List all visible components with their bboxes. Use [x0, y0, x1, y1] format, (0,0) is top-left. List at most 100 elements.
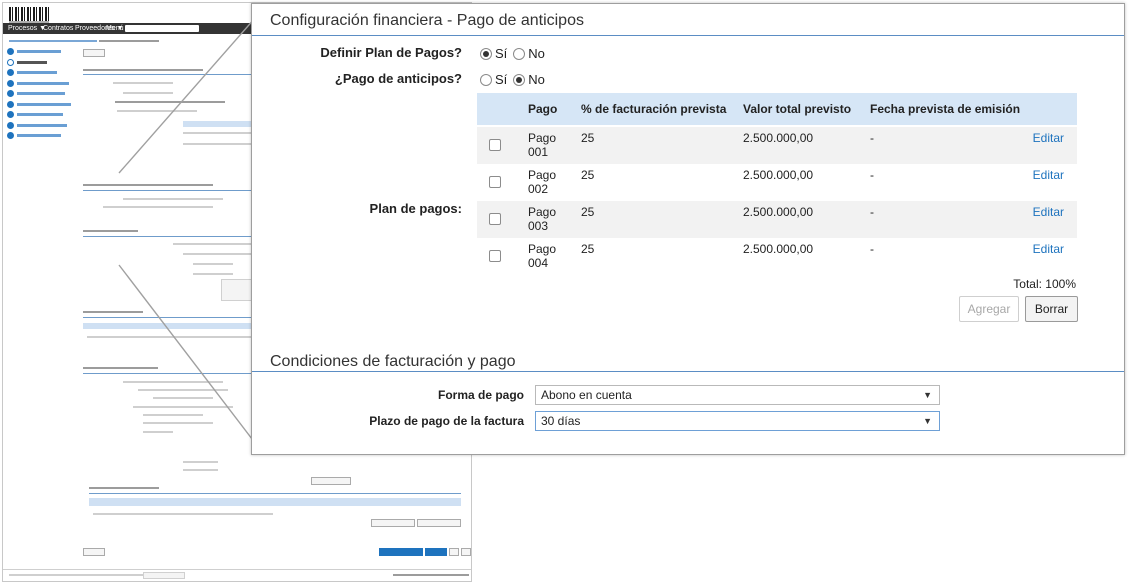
text-placeholder	[115, 101, 225, 103]
step-item[interactable]	[7, 121, 79, 131]
section-rule	[252, 371, 1124, 372]
save-continue-button[interactable]	[379, 548, 423, 556]
cell-fecha: -	[870, 168, 874, 182]
row-checkbox[interactable]	[489, 250, 501, 262]
mini-table-header	[83, 323, 253, 329]
step-item[interactable]	[7, 47, 79, 57]
section-heading-placeholder	[89, 487, 159, 489]
text-placeholder	[183, 461, 218, 463]
text-placeholder	[138, 389, 228, 391]
cell-porcentaje: 25	[581, 205, 595, 219]
column-header-fecha[interactable]: Fecha prevista de emisión	[870, 93, 1020, 125]
text-placeholder	[123, 381, 223, 383]
edit-link[interactable]: Editar	[1033, 131, 1064, 145]
next-button[interactable]	[425, 548, 447, 556]
chevron-down-icon: ▼	[923, 390, 932, 400]
breadcrumb[interactable]	[9, 40, 97, 42]
step-item[interactable]	[7, 68, 79, 78]
row-checkbox[interactable]	[489, 213, 501, 225]
cell-porcentaje: 25	[581, 131, 595, 145]
zoom-panel: Configuración financiera - Pago de antic…	[251, 3, 1125, 455]
text-placeholder	[117, 110, 197, 112]
cell-fecha: -	[870, 205, 874, 219]
nav-search-select[interactable]	[125, 25, 199, 32]
step-item[interactable]	[7, 110, 79, 120]
text-placeholder	[153, 397, 213, 399]
table-row: Pago 004 25 2.500.000,00 - Editar	[477, 238, 1077, 275]
nav-contratos[interactable]: Contratos	[43, 24, 73, 33]
section-rule	[252, 35, 1124, 36]
definir-plan-si-radio[interactable]	[480, 47, 492, 60]
add-address-button[interactable]	[417, 519, 461, 527]
definir-plan-no-radio[interactable]	[513, 47, 526, 60]
row-checkbox[interactable]	[489, 139, 501, 151]
total-percentage: Total: 100%	[1013, 277, 1076, 291]
column-header-porcentaje[interactable]: % de facturación prevista	[581, 93, 726, 125]
remove-address-button[interactable]	[371, 519, 415, 527]
clear-address-button[interactable]	[311, 477, 351, 485]
plazo-pago-label: Plazo de pago de la factura	[369, 414, 524, 428]
back-button-top[interactable]	[83, 49, 105, 57]
section-rule-placeholder	[89, 493, 461, 494]
cell-pago: Pago 001	[528, 131, 557, 159]
nav-procesos[interactable]: Procesos ▼	[8, 24, 46, 33]
back-button-bottom[interactable]	[83, 548, 105, 556]
step-item[interactable]	[7, 79, 79, 89]
column-header-pago[interactable]: Pago	[528, 93, 557, 125]
step-item[interactable]	[7, 131, 79, 141]
radio-label: No	[528, 72, 545, 87]
text-placeholder	[143, 431, 173, 433]
row-checkbox[interactable]	[489, 176, 501, 188]
edit-link[interactable]: Editar	[1033, 168, 1064, 182]
pago-anticipos-si-radio[interactable]	[480, 73, 492, 86]
forma-pago-select[interactable]: Abono en cuenta ▼	[535, 385, 940, 405]
radio-label: No	[528, 46, 545, 61]
definir-plan-radio-group: Sí No	[480, 46, 551, 61]
text-placeholder	[103, 206, 213, 208]
plazo-pago-select[interactable]: 30 días ▼	[535, 411, 940, 431]
section-title-financiera: Configuración financiera - Pago de antic…	[270, 12, 584, 29]
language-select[interactable]	[143, 572, 185, 579]
text-placeholder	[183, 469, 218, 471]
cell-valor: 2.500.000,00	[743, 168, 814, 182]
column-header-valor[interactable]: Valor total previsto	[743, 93, 851, 125]
text-placeholder	[173, 243, 253, 245]
pago-anticipos-no-radio[interactable]	[513, 73, 526, 86]
cell-fecha: -	[870, 131, 874, 145]
step-item[interactable]	[7, 100, 79, 110]
section-heading-placeholder	[83, 69, 203, 71]
next-page-button[interactable]	[461, 548, 471, 556]
chevron-down-icon: ▼	[923, 416, 932, 426]
breadcrumb-current	[99, 40, 159, 42]
step-item-current[interactable]	[7, 58, 79, 68]
section-rule-placeholder	[83, 373, 253, 374]
text-placeholder	[93, 513, 273, 515]
section-rule-placeholder	[83, 74, 253, 75]
edit-link[interactable]: Editar	[1033, 242, 1064, 256]
footer-brand	[393, 574, 469, 576]
section-heading-placeholder	[83, 184, 213, 186]
table-row: Pago 002 25 2.500.000,00 - Editar	[477, 164, 1077, 201]
cell-fecha: -	[870, 242, 874, 256]
comment-textarea[interactable]	[221, 279, 253, 301]
section-rule-placeholder	[83, 317, 253, 318]
agregar-button[interactable]: Agregar	[959, 296, 1019, 322]
section-title-facturacion: Condiciones de facturación y pago	[270, 353, 516, 370]
borrar-button[interactable]: Borrar	[1025, 296, 1078, 322]
pago-anticipos-radio-group: Sí No	[480, 72, 551, 87]
cell-pago: Pago 002	[528, 168, 557, 196]
text-placeholder	[143, 422, 213, 424]
text-placeholder	[193, 263, 233, 265]
prev-page-button[interactable]	[449, 548, 459, 556]
step-item[interactable]	[7, 89, 79, 99]
cell-pago: Pago 003	[528, 205, 557, 233]
edit-link[interactable]: Editar	[1033, 205, 1064, 219]
section-heading-placeholder	[83, 230, 138, 232]
section-rule-placeholder	[83, 190, 253, 191]
pago-anticipos-label: ¿Pago de anticipos?	[334, 71, 462, 86]
text-placeholder	[193, 273, 233, 275]
table-header: Pago % de facturación prevista Valor tot…	[477, 93, 1077, 125]
cell-valor: 2.500.000,00	[743, 242, 814, 256]
payment-plan-table: Pago % de facturación prevista Valor tot…	[477, 93, 1077, 275]
cell-valor: 2.500.000,00	[743, 131, 814, 145]
